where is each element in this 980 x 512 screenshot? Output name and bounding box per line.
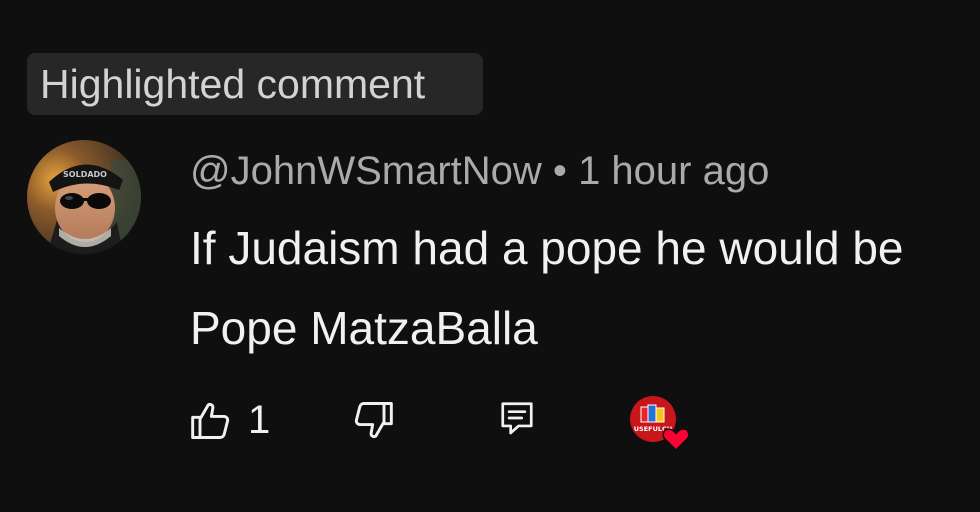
comment-text: If Judaism had a pope he would be Pope M… (190, 222, 904, 354)
highlighted-comment-label: Highlighted comment (40, 60, 426, 107)
creator-heart-badge[interactable]: USEFULCH (630, 394, 692, 452)
comment-actions: 1 USEFULCH (188, 392, 708, 452)
comment-author[interactable]: @JohnWSmartNow (190, 149, 542, 193)
reply-icon (501, 402, 533, 435)
svg-text:SOLDADO: SOLDADO (63, 170, 107, 179)
commenter-avatar[interactable]: SOLDADO (27, 140, 141, 254)
comment-header: @JohnWSmartNow • 1 hour ago (190, 142, 769, 200)
avatar-image: SOLDADO (27, 140, 141, 254)
reply-button[interactable] (498, 398, 536, 438)
dislike-button[interactable] (350, 398, 396, 442)
highlighted-comment-badge: Highlighted comment (27, 53, 483, 115)
meta-separator: • (552, 149, 567, 193)
like-count: 1 (248, 398, 271, 442)
comment-timestamp[interactable]: 1 hour ago (578, 149, 769, 193)
like-button[interactable]: 1 (188, 398, 270, 443)
creator-heart-icon: USEFULCH (630, 396, 690, 452)
thumbs-down-icon (354, 402, 393, 439)
thumbs-up-icon (191, 402, 230, 439)
